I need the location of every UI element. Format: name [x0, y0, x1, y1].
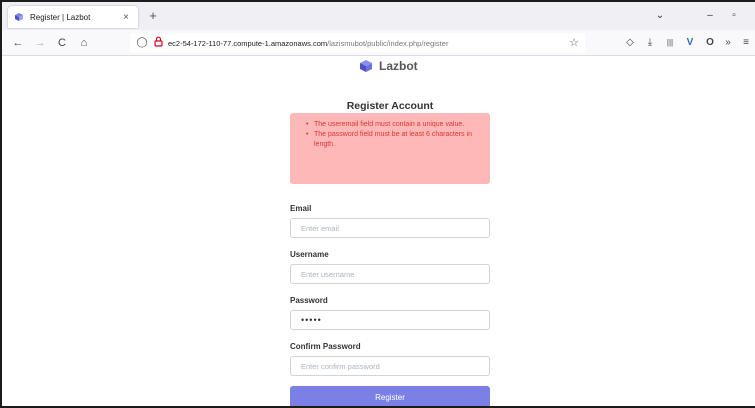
browser-window: Register | Lazbot × + ⌄ – ▫ ← → C ⌂ ◯ ec… — [0, 0, 755, 408]
error-message: The useremail field must contain a uniqu… — [306, 120, 482, 130]
url-path: /lazismubot/public/index.php/register — [327, 38, 449, 48]
new-tab-icon[interactable]: + — [144, 7, 162, 25]
reload-icon[interactable]: C — [54, 35, 70, 51]
pocket-icon[interactable]: ◇ — [622, 35, 638, 51]
extension-icon[interactable]: O — [702, 35, 718, 51]
minimize-icon[interactable]: – — [702, 8, 718, 24]
register-button[interactable]: Register — [290, 386, 490, 406]
vimeo-extension-icon[interactable]: V — [682, 35, 698, 51]
tab-register[interactable]: Register | Lazbot × — [8, 6, 138, 28]
email-label: Email — [290, 204, 312, 213]
tab-strip: Register | Lazbot × + ⌄ – ▫ — [2, 2, 755, 30]
error-list: The useremail field must contain a uniqu… — [306, 120, 482, 150]
bookmark-star-icon[interactable]: ☆ — [569, 36, 579, 49]
forward-icon[interactable]: → — [32, 35, 48, 51]
shield-icon[interactable]: ◯ — [136, 36, 148, 50]
lazbot-logo-icon — [360, 60, 372, 72]
restore-icon[interactable]: ▫ — [726, 8, 742, 24]
confirm-password-label: Confirm Password — [290, 342, 361, 351]
url-text[interactable]: ec2-54-172-110-77.compute-1.amazonaws.co… — [168, 39, 448, 48]
brand[interactable]: Lazbot — [359, 59, 418, 73]
confirm-password-field[interactable] — [290, 356, 490, 376]
home-icon[interactable]: ⌂ — [76, 35, 92, 51]
download-icon[interactable]: ⤓ — [642, 35, 658, 51]
error-message: The password field must be at least 6 ch… — [306, 130, 482, 150]
brand-name: Lazbot — [379, 59, 418, 73]
library-icon[interactable]: ||| — [662, 35, 678, 51]
back-icon[interactable]: ← — [10, 35, 26, 51]
email-field[interactable] — [290, 218, 490, 238]
page-title: Register Account — [346, 100, 434, 112]
tab-close-icon[interactable]: × — [120, 12, 132, 23]
page-content: Lazbot Register Account The useremail fi… — [2, 57, 755, 406]
lazbot-favicon-icon — [15, 13, 23, 21]
error-alert: The useremail field must contain a uniqu… — [290, 113, 490, 184]
address-bar[interactable]: ◯ ec2-54-172-110-77.compute-1.amazonaws.… — [130, 33, 585, 53]
password-label: Password — [290, 296, 328, 305]
overflow-menu-icon[interactable]: » — [720, 35, 736, 51]
insecure-lock-icon[interactable] — [152, 36, 164, 50]
lock-icon — [153, 36, 163, 47]
navigation-bar: ← → C ⌂ ◯ ec2-54-172-110-77.compute-1.am… — [2, 30, 755, 56]
tab-title: Register | Lazbot — [30, 12, 91, 22]
username-label: Username — [290, 250, 329, 259]
tabs-list-icon[interactable]: ⌄ — [652, 8, 668, 24]
username-field[interactable] — [290, 264, 490, 284]
url-host: ec2-54-172-110-77.compute-1.amazonaws.co… — [168, 38, 328, 48]
password-field[interactable] — [290, 310, 490, 330]
app-menu-icon[interactable]: ≡ — [738, 35, 754, 51]
